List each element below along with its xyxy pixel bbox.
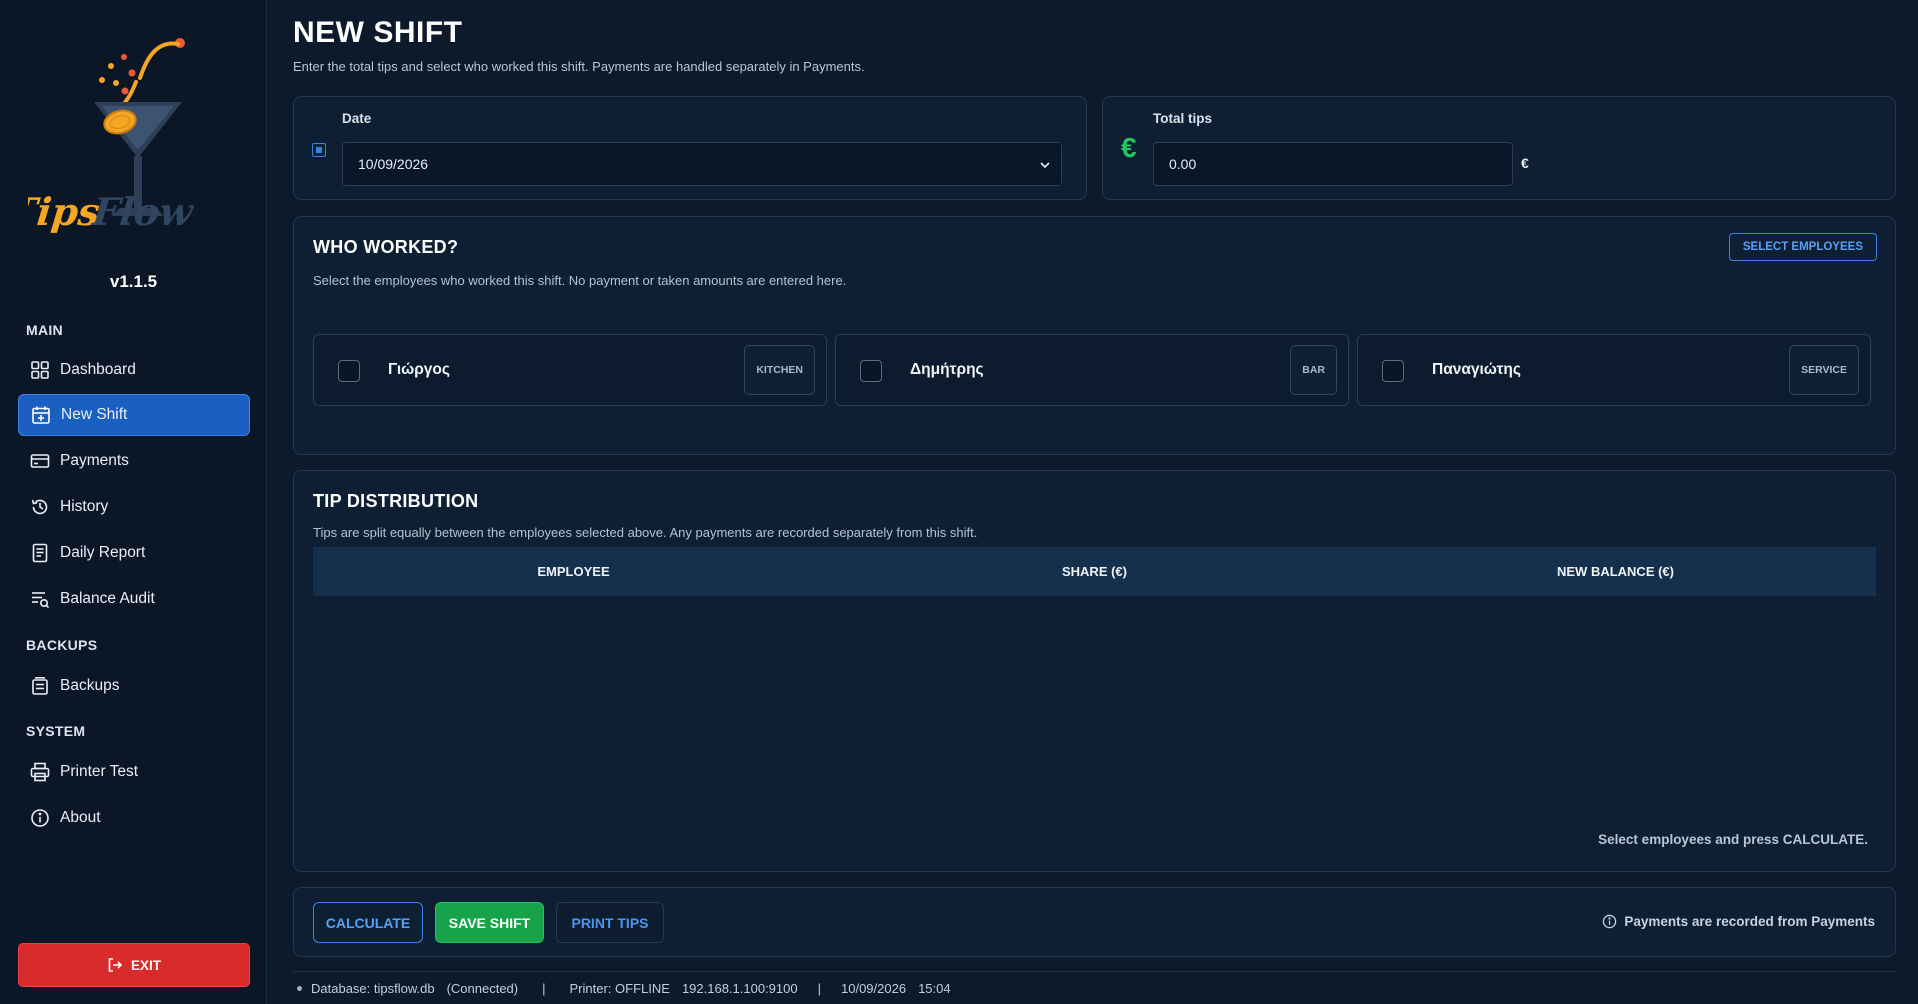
calendar-plus-icon	[32, 406, 50, 424]
column-header-employee: EMPLOYEE	[537, 564, 610, 579]
employee-role-badge: KITCHEN	[744, 345, 815, 395]
print-tips-button[interactable]: PRINT TIPS	[556, 902, 664, 943]
logout-icon	[108, 958, 123, 972]
sidebar-item-label: Payments	[60, 452, 129, 469]
sidebar-item-dashboard[interactable]: Dashboard	[18, 349, 250, 391]
page-title: NEW SHIFT	[293, 16, 463, 49]
distribution-hint: Select employees and press CALCULATE.	[1598, 832, 1868, 847]
distribution-description: Tips are split equally between the emplo…	[313, 525, 978, 540]
tip-distribution-card: TIP DISTRIBUTION Tips are split equally …	[293, 470, 1896, 872]
employee-role-badge: SERVICE	[1789, 345, 1859, 395]
chevron-down-icon	[1040, 162, 1050, 169]
sidebar-item-new-shift[interactable]: New Shift	[18, 394, 250, 436]
credit-card-icon	[30, 454, 50, 468]
page-subtitle: Enter the total tips and select who work…	[293, 59, 865, 74]
employee-card-dimitris[interactable]: Δημήτρης BAR	[835, 334, 1349, 406]
exit-label: EXIT	[130, 957, 161, 973]
date-label: Date	[342, 111, 372, 126]
section-title-system: SYSTEM	[26, 723, 86, 739]
status-db-state: (Connected)	[446, 980, 519, 996]
sidebar-item-about[interactable]: About	[18, 797, 250, 839]
sidebar-item-backups[interactable]: Backups	[18, 665, 250, 707]
status-date: 10/09/2026	[841, 980, 907, 996]
grid-icon	[31, 361, 49, 379]
section-title-backups: BACKUPS	[26, 637, 98, 653]
euro-icon: €	[1121, 132, 1137, 163]
date-picker[interactable]: 10/09/2026	[342, 142, 1062, 186]
employee-checkbox[interactable]	[860, 360, 882, 382]
distribution-title: TIP DISTRIBUTION	[313, 491, 479, 511]
audit-icon	[32, 592, 50, 609]
save-shift-button[interactable]: SAVE SHIFT	[435, 902, 544, 943]
status-time: 15:04	[918, 980, 951, 996]
employee-name: Δημήτρης	[910, 361, 984, 378]
report-icon	[32, 543, 48, 563]
total-tips-card: € Total tips 0.00 €	[1102, 96, 1896, 200]
employee-card-giorgos[interactable]: Γιώργος KITCHEN	[313, 334, 827, 406]
total-tips-input[interactable]: 0.00	[1153, 142, 1513, 186]
sidebar: Tips Flow v1.1.5 MAIN Dashboard New Shif…	[0, 0, 267, 1004]
employee-name: Παναγιώτης	[1432, 361, 1521, 378]
sidebar-item-history[interactable]: History	[18, 486, 250, 528]
info-icon	[31, 809, 49, 827]
total-tips-suffix: €	[1521, 155, 1529, 171]
sidebar-item-daily-report[interactable]: Daily Report	[18, 532, 250, 574]
section-title-main: MAIN	[26, 322, 63, 338]
history-icon	[31, 499, 48, 515]
employee-checkbox[interactable]	[338, 360, 360, 382]
app-version: v1.1.5	[109, 272, 158, 291]
sidebar-item-label: Dashboard	[60, 361, 136, 378]
payments-note: Payments are recorded from Payments	[1602, 914, 1875, 929]
distribution-table-header: EMPLOYEE SHARE (€) NEW BALANCE (€)	[313, 547, 1876, 596]
sidebar-item-payments[interactable]: Payments	[18, 440, 250, 482]
employee-role-badge: BAR	[1290, 345, 1337, 395]
column-header-new-balance: NEW BALANCE (€)	[1557, 564, 1674, 579]
status-separator: |	[817, 980, 821, 996]
sidebar-item-balance-audit[interactable]: Balance Audit	[18, 578, 250, 620]
info-icon	[1603, 914, 1617, 929]
who-worked-title: WHO WORKED?	[313, 237, 459, 257]
employee-checkbox[interactable]	[1382, 360, 1404, 382]
sidebar-item-label: Balance Audit	[60, 590, 155, 607]
backup-icon	[32, 676, 48, 695]
column-header-share: SHARE (€)	[1061, 564, 1127, 579]
employee-card-panagiotis[interactable]: Παναγιώτης SERVICE	[1357, 334, 1871, 406]
sidebar-item-label: New Shift	[61, 406, 128, 423]
sidebar-item-label: History	[60, 498, 109, 515]
payments-note-text: Payments are recorded from Payments	[1624, 914, 1875, 929]
calculate-button[interactable]: CALCULATE	[313, 902, 423, 943]
status-separator: |	[542, 980, 546, 996]
sidebar-item-label: Daily Report	[60, 544, 146, 561]
sidebar-item-label: About	[60, 809, 101, 826]
who-worked-description: Select the employees who worked this shi…	[313, 273, 847, 288]
status-printer-address: 192.168.1.100:9100	[681, 980, 798, 996]
status-printer: Printer: OFFLINE	[569, 980, 670, 996]
exit-button[interactable]: EXIT	[18, 943, 250, 987]
status-bar: Database: tipsflow.db (Connected) | Prin…	[293, 971, 1896, 1004]
total-tips-value: 0.00	[1169, 156, 1197, 172]
sidebar-item-printer-test[interactable]: Printer Test	[18, 751, 250, 793]
select-employees-button[interactable]: SELECT EMPLOYEES	[1728, 233, 1877, 261]
status-database: Database: tipsflow.db	[311, 980, 435, 996]
date-value: 10/09/2026	[358, 156, 429, 172]
sidebar-item-label: Backups	[60, 677, 120, 694]
date-card: Date 10/09/2026	[293, 96, 1087, 200]
tipsflow-logo: Tips Flow	[7, 30, 248, 250]
svg-text:Flow: Flow	[90, 189, 196, 234]
total-tips-label: Total tips	[1153, 111, 1212, 126]
employee-name: Γιώργος	[388, 361, 450, 378]
printer-icon	[30, 762, 50, 782]
date-checkbox[interactable]	[312, 143, 326, 157]
status-dot	[297, 985, 302, 991]
sidebar-item-label: Printer Test	[60, 763, 139, 780]
